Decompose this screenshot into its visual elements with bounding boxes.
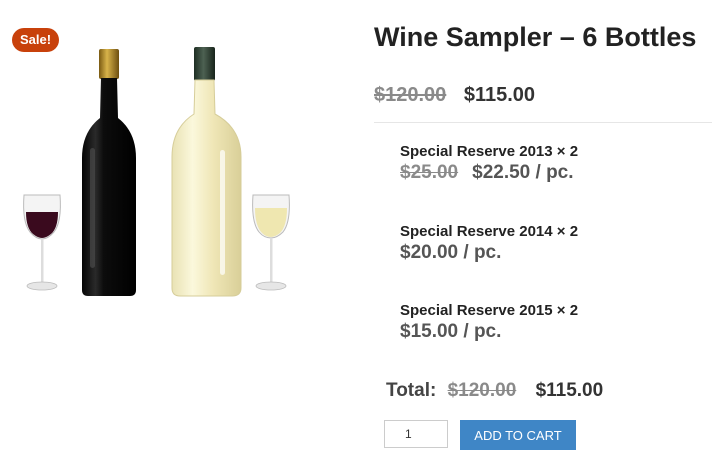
bundle-item-2015: Special Reserve 2015 × 2 $15.00 / pc. bbox=[400, 302, 578, 343]
dark-bottle bbox=[82, 49, 136, 296]
bundle-item-2013: Special Reserve 2013 × 2 $25.00 $22.50 / … bbox=[400, 143, 578, 184]
red-wine-glass bbox=[23, 194, 61, 291]
total-sale-price: $115.00 bbox=[535, 380, 604, 401]
sale-badge: Sale! bbox=[12, 28, 60, 52]
bundle-item-name[interactable]: Special Reserve 2013 × 2 bbox=[400, 143, 578, 160]
regular-price: $120.00 bbox=[374, 84, 447, 106]
quantity-input[interactable] bbox=[384, 420, 448, 448]
bundle-item-2014: Special Reserve 2014 × 2 $20.00 / pc. bbox=[400, 223, 578, 264]
white-bottle bbox=[171, 47, 242, 297]
white-wine-glass bbox=[252, 194, 290, 291]
product-price: $120.00 $115.00 bbox=[374, 84, 535, 107]
bundle-item-price: $15.00 / pc. bbox=[400, 321, 502, 342]
bundle-item-price: $20.00 / pc. bbox=[400, 242, 502, 263]
product-image[interactable] bbox=[8, 40, 308, 305]
bundle-item-price: $25.00 $22.50 / pc. bbox=[400, 162, 578, 184]
divider bbox=[374, 122, 712, 123]
bundle-item-sale-price: $22.50 / pc. bbox=[472, 162, 574, 183]
wine-bottles-image bbox=[23, 47, 290, 297]
bundle-item-name[interactable]: Special Reserve 2015 × 2 bbox=[400, 302, 578, 319]
add-to-cart-button[interactable]: ADD TO CART bbox=[460, 420, 576, 450]
bundle-total: Total: $120.00 $115.00 bbox=[386, 380, 603, 402]
bundle-item-regular-price: $25.00 bbox=[400, 162, 459, 183]
sale-price: $115.00 bbox=[463, 84, 536, 106]
total-label: Total: bbox=[386, 380, 437, 401]
product-title: Wine Sampler – 6 Bottles bbox=[374, 22, 697, 52]
total-regular-price: $120.00 bbox=[447, 380, 517, 401]
bundle-item-name[interactable]: Special Reserve 2014 × 2 bbox=[400, 223, 578, 240]
